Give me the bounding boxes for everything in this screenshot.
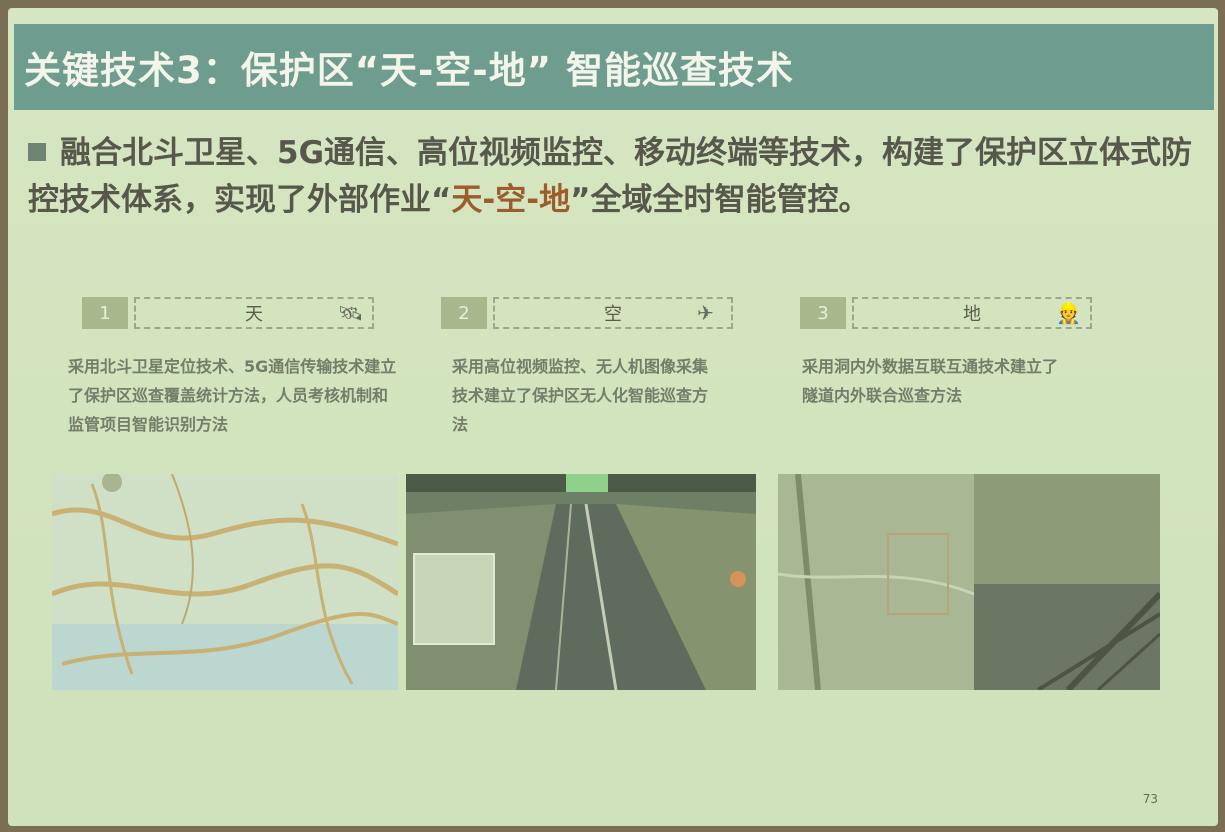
step-2-header: 2 空 ✈ (441, 296, 733, 330)
drone-icon: ✈ (697, 301, 714, 325)
step-label: 地 (963, 304, 981, 325)
step-number: 1 (82, 297, 128, 329)
body-text-part2: ”全域全时智能管控。 (570, 182, 870, 218)
bullet-square-icon (28, 143, 46, 161)
step-label: 天 (245, 304, 263, 325)
step-3-header: 3 地 👷 (800, 296, 1092, 330)
map-image (52, 474, 398, 690)
satellite-icon: 🛰 (338, 301, 364, 325)
step-label-box: 空 ✈ (493, 297, 733, 329)
ground-camera-image (778, 474, 1160, 690)
step-number: 2 (441, 297, 487, 329)
slide: 关键技术3：保护区“天-空-地” 智能巡查技术 融合北斗卫星、5G通信、高位视频… (8, 8, 1218, 826)
worker-icon: 👷 (1056, 301, 1081, 325)
step-number: 3 (800, 297, 846, 329)
step-label-box: 地 👷 (852, 297, 1092, 329)
body-highlight: 天-空-地 (451, 182, 571, 218)
title-bar: 关键技术3：保护区“天-空-地” 智能巡查技术 (14, 24, 1214, 110)
slide-title: 关键技术3：保护区“天-空-地” 智能巡查技术 (24, 49, 794, 92)
drone-camera-image (406, 474, 756, 690)
step-label: 空 (604, 304, 622, 325)
page-number: 73 (1142, 792, 1158, 806)
step-2-description: 采用高位视频监控、无人机图像采集技术建立了保护区无人化智能巡查方法 (452, 357, 709, 434)
ground-view-panel (778, 474, 1160, 690)
step-label-box: 天 🛰 (134, 297, 374, 329)
drone-view-panel (406, 474, 756, 690)
step-1-description: 采用北斗卫星定位技术、5G通信传输技术建立了保护区巡查覆盖统计方法，人员考核机制… (68, 357, 397, 434)
bullet-paragraph: 融合北斗卫星、5G通信、高位视频监控、移动终端等技术，构建了保护区立体式防控技术… (28, 130, 1203, 224)
map-panel (52, 474, 398, 690)
step-1-header: 1 天 🛰 (82, 296, 374, 330)
step-3-description: 采用洞内外数据互联互通技术建立了隧道内外联合巡查方法 (802, 357, 1059, 405)
